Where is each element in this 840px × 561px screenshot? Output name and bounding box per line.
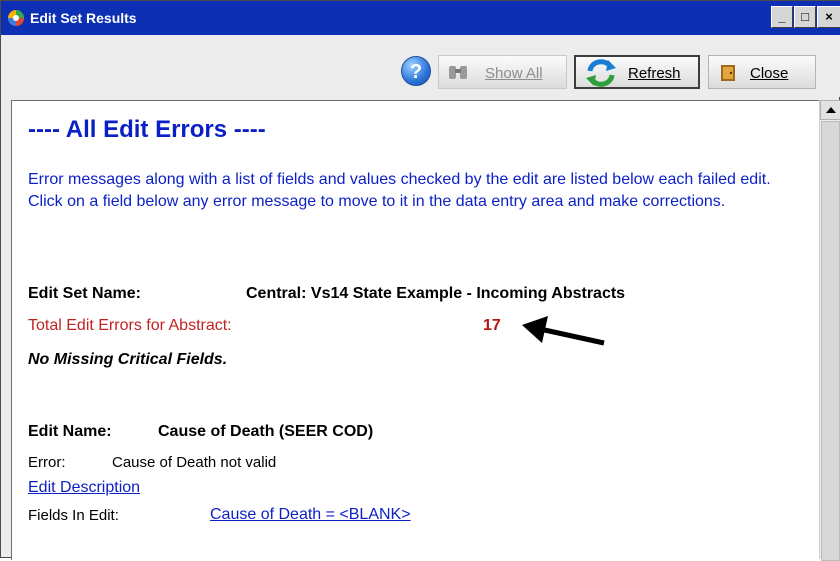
show-all-button[interactable]: Show All [438,55,567,89]
edit-name-value: Cause of Death (SEER COD) [158,423,374,440]
error-message: Cause of Death not valid [112,454,277,471]
field-link[interactable]: Cause of Death = <BLANK> [210,506,411,524]
maximize-icon: □ [801,9,809,24]
minimize-button[interactable]: _ [771,6,793,28]
edit-set-value: Central: Vs14 State Example - Incoming A… [246,285,626,302]
help-icon: ? [409,61,423,83]
app-icon [8,10,24,26]
minimize-icon: _ [778,9,786,24]
refresh-icon [586,59,616,87]
binoculars-icon [449,66,467,79]
close-x-icon: × [825,9,833,24]
arrow-pointer-icon [522,316,605,346]
maximize-button[interactable]: □ [794,6,816,28]
title-bar[interactable]: Edit Set Results _ □ × [1,1,840,35]
scroll-up-arrow-icon[interactable] [820,100,840,120]
refresh-label: Refresh [628,65,681,82]
edit-set-results-window: Edit Set Results _ □ × ? Show All Refres… [0,0,840,561]
edit-set-label: Edit Set Name: [28,285,141,302]
total-errors-value: 17 [483,317,501,334]
missing-critical-fields: No Missing Critical Fields. [28,351,228,368]
window-title: Edit Set Results [30,10,137,26]
edit-name-label: Edit Name: [28,423,112,440]
page-title: ---- All Edit Errors ---- [28,116,266,143]
help-button[interactable]: ? [401,56,431,86]
close-label: Close [750,65,789,82]
door-icon [721,65,735,81]
intro-text: Error messages along with a list of fiel… [28,171,771,210]
report-pane[interactable]: ---- All Edit Errors ---- Error messages… [11,100,819,560]
edit-description-link[interactable]: Edit Description [28,479,140,497]
total-errors-label: Total Edit Errors for Abstract: [28,317,232,334]
error-label: Error: [28,454,66,471]
window-close-button[interactable]: × [817,6,840,28]
scroll-thumb[interactable] [821,121,840,561]
refresh-button[interactable]: Refresh [574,55,700,89]
vertical-scrollbar[interactable] [819,100,840,561]
fields-in-edit-label: Fields In Edit: [28,507,119,524]
show-all-label: Show All [485,65,543,82]
close-button[interactable]: Close [708,55,816,89]
